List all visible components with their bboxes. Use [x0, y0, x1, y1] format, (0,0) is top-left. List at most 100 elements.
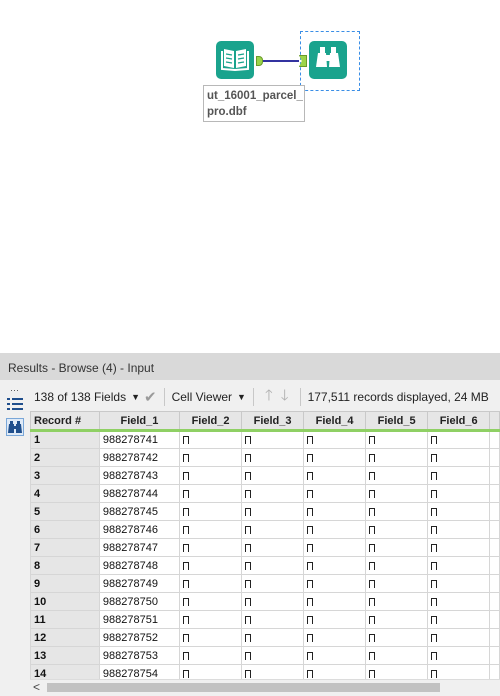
field-1-cell[interactable]: 988278747 [98, 538, 181, 557]
column-header-field-3[interactable]: Field_3 [241, 411, 305, 432]
null-field-cell[interactable] [303, 538, 367, 557]
null-field-cell[interactable] [178, 592, 243, 611]
record-number-cell[interactable]: 2 [30, 448, 100, 467]
null-field-cell[interactable] [365, 592, 429, 611]
null-field-cell[interactable] [427, 592, 491, 611]
column-header-field-2[interactable]: Field_2 [178, 411, 243, 432]
table-row[interactable]: 1 988278741 [30, 430, 500, 449]
output-anchor[interactable] [256, 56, 263, 66]
column-header-record[interactable]: Record # [30, 411, 100, 432]
overflow-cell[interactable] [489, 574, 500, 593]
overflow-cell[interactable] [489, 664, 500, 679]
overflow-cell[interactable] [489, 484, 500, 503]
overflow-cell[interactable] [489, 538, 500, 557]
field-1-cell[interactable]: 988278743 [98, 466, 181, 485]
overflow-cell[interactable] [489, 628, 500, 647]
null-field-cell[interactable] [303, 628, 367, 647]
field-1-cell[interactable]: 988278748 [98, 556, 181, 575]
field-1-cell[interactable]: 988278752 [98, 628, 181, 647]
record-number-cell[interactable]: 10 [30, 592, 100, 611]
record-number-cell[interactable]: 14 [30, 664, 100, 679]
overflow-cell[interactable] [489, 466, 500, 485]
null-field-cell[interactable] [241, 502, 305, 521]
record-number-cell[interactable]: 11 [30, 610, 100, 629]
null-field-cell[interactable] [303, 484, 367, 503]
null-field-cell[interactable] [241, 466, 305, 485]
null-field-cell[interactable] [303, 520, 367, 539]
browse-tool[interactable] [309, 41, 347, 79]
overflow-cell[interactable] [489, 646, 500, 665]
null-field-cell[interactable] [178, 502, 243, 521]
null-field-cell[interactable] [303, 556, 367, 575]
field-1-cell[interactable]: 988278746 [98, 520, 181, 539]
null-field-cell[interactable] [303, 664, 367, 679]
null-field-cell[interactable] [241, 664, 305, 679]
null-field-cell[interactable] [178, 556, 243, 575]
null-field-cell[interactable] [303, 592, 367, 611]
horizontal-scrollbar[interactable]: < [30, 679, 500, 694]
record-number-cell[interactable]: 13 [30, 646, 100, 665]
field-1-cell[interactable]: 988278741 [98, 430, 181, 449]
field-1-cell[interactable]: 988278750 [98, 592, 181, 611]
null-field-cell[interactable] [427, 556, 491, 575]
connection-line[interactable] [263, 60, 299, 62]
null-field-cell[interactable] [427, 448, 491, 467]
null-field-cell[interactable] [178, 610, 243, 629]
record-number-cell[interactable]: 4 [30, 484, 100, 503]
column-header-field-4[interactable]: Field_4 [303, 411, 367, 432]
table-row[interactable]: 10 988278750 [30, 592, 500, 611]
null-field-cell[interactable] [241, 448, 305, 467]
table-row[interactable]: 2 988278742 [30, 448, 500, 467]
record-number-cell[interactable]: 8 [30, 556, 100, 575]
null-field-cell[interactable] [241, 484, 305, 503]
table-row[interactable]: 7 988278747 [30, 538, 500, 557]
null-field-cell[interactable] [365, 664, 429, 679]
null-field-cell[interactable] [241, 610, 305, 629]
record-number-cell[interactable]: 5 [30, 502, 100, 521]
table-row[interactable]: 9 988278749 [30, 574, 500, 593]
table-row[interactable]: 11 988278751 [30, 610, 500, 629]
table-row[interactable]: 3 988278743 [30, 466, 500, 485]
arrow-down-icon[interactable]: 🡓 [281, 385, 289, 410]
table-row[interactable]: 13 988278753 [30, 646, 500, 665]
workflow-canvas[interactable]: ut_16001_parcel_ pro.dbf [0, 0, 500, 352]
null-field-cell[interactable] [427, 610, 491, 629]
scroll-left-icon[interactable]: < [33, 680, 40, 694]
input-data-tool[interactable] [216, 41, 254, 79]
null-field-cell[interactable] [427, 520, 491, 539]
overflow-cell[interactable] [489, 520, 500, 539]
null-field-cell[interactable] [178, 430, 243, 449]
null-field-cell[interactable] [303, 574, 367, 593]
record-number-cell[interactable]: 7 [30, 538, 100, 557]
null-field-cell[interactable] [178, 520, 243, 539]
field-1-cell[interactable]: 988278742 [98, 448, 181, 467]
cell-viewer-dropdown[interactable]: Cell Viewer ▼ [168, 386, 250, 408]
null-field-cell[interactable] [178, 466, 243, 485]
overflow-cell[interactable] [489, 556, 500, 575]
null-field-cell[interactable] [365, 628, 429, 647]
table-row[interactable]: 6 988278746 [30, 520, 500, 539]
null-field-cell[interactable] [427, 574, 491, 593]
check-icon[interactable]: ✔ [144, 388, 157, 406]
scrollbar-thumb[interactable] [47, 683, 440, 692]
field-1-cell[interactable]: 988278745 [98, 502, 181, 521]
null-field-cell[interactable] [365, 646, 429, 665]
null-field-cell[interactable] [178, 628, 243, 647]
record-number-cell[interactable]: 6 [30, 520, 100, 539]
null-field-cell[interactable] [427, 628, 491, 647]
overflow-cell[interactable] [489, 430, 500, 449]
null-field-cell[interactable] [365, 448, 429, 467]
record-number-cell[interactable]: 3 [30, 466, 100, 485]
null-field-cell[interactable] [178, 538, 243, 557]
column-header-field-6[interactable]: Field_6 [427, 411, 491, 432]
null-field-cell[interactable] [365, 574, 429, 593]
null-field-cell[interactable] [365, 502, 429, 521]
null-field-cell[interactable] [303, 430, 367, 449]
null-field-cell[interactable] [365, 538, 429, 557]
table-row[interactable]: 5 988278745 [30, 502, 500, 521]
null-field-cell[interactable] [241, 430, 305, 449]
null-field-cell[interactable] [365, 430, 429, 449]
column-header-field-5[interactable]: Field_5 [365, 411, 429, 432]
null-field-cell[interactable] [427, 466, 491, 485]
column-header-field-1[interactable]: Field_1 [98, 411, 181, 432]
